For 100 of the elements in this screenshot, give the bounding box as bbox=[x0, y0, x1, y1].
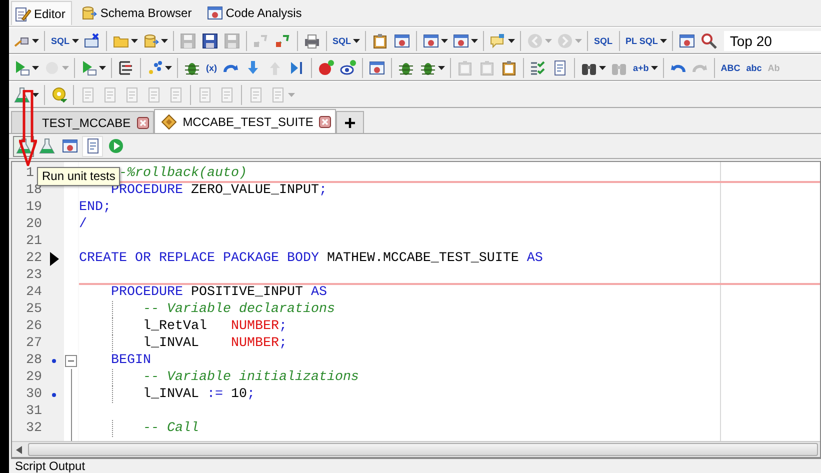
arrow-down-icon bbox=[245, 60, 261, 76]
scroll-left-icon bbox=[16, 446, 22, 454]
play-icon bbox=[81, 60, 97, 76]
close-icon bbox=[319, 116, 332, 128]
package-icon bbox=[160, 114, 177, 130]
perspective-tab[interactable]: Schema Browser bbox=[78, 1, 198, 25]
code-line: -%rollback(auto) bbox=[118, 165, 247, 182]
line-number: 1 bbox=[25, 165, 35, 182]
line-number: 30 bbox=[25, 386, 43, 403]
line-number: 24 bbox=[25, 284, 43, 301]
toolbar-button[interactable]: PL SQL bbox=[622, 30, 669, 52]
window-icon bbox=[394, 32, 410, 48]
forward-icon bbox=[557, 32, 574, 48]
document-icon bbox=[80, 86, 96, 102]
line-number: 21 bbox=[25, 233, 43, 250]
line-number: 22 bbox=[25, 250, 43, 267]
toolbar-button[interactable]: SQL bbox=[591, 30, 616, 52]
collapse-icon[interactable] bbox=[65, 354, 77, 366]
code-line: -- Variable initializations bbox=[142, 369, 359, 386]
gear-icon bbox=[51, 86, 67, 102]
arrows-icon bbox=[274, 32, 291, 48]
code-line: / bbox=[79, 216, 87, 233]
perspective-tab[interactable]: Editor bbox=[11, 1, 72, 25]
toolbar-button[interactable]: ABC bbox=[718, 56, 744, 78]
database-icon bbox=[81, 5, 98, 21]
toolbar-button[interactable]: abc bbox=[743, 56, 765, 78]
line-number: 26 bbox=[25, 318, 43, 335]
window-icon bbox=[423, 32, 440, 48]
eye-icon bbox=[340, 60, 356, 76]
line-number: 31 bbox=[25, 403, 43, 420]
clipboard-icon bbox=[479, 60, 495, 76]
monitor-icon bbox=[84, 32, 100, 48]
code-editor[interactable] bbox=[11, 161, 821, 458]
line-number: 20 bbox=[25, 216, 43, 233]
clipboard-icon bbox=[457, 60, 473, 76]
stop-icon bbox=[318, 60, 334, 76]
printer-icon bbox=[304, 32, 320, 48]
play-circle-icon bbox=[108, 138, 124, 154]
horizontal-scrollbar[interactable] bbox=[12, 441, 820, 457]
line-number: 27 bbox=[25, 335, 43, 352]
document-icon bbox=[219, 86, 235, 102]
clipboard-icon bbox=[372, 32, 388, 48]
toolbar-button[interactable]: SQL bbox=[330, 30, 362, 52]
line-number: 28 bbox=[25, 352, 43, 369]
play-icon bbox=[14, 60, 30, 76]
document-icon bbox=[248, 86, 264, 102]
document-icon bbox=[146, 86, 162, 102]
code-line: -- Variable declarations bbox=[142, 301, 335, 318]
step-icon bbox=[289, 60, 305, 76]
arrow-up-icon bbox=[267, 60, 283, 76]
window-icon bbox=[453, 32, 470, 48]
close-icon bbox=[136, 116, 149, 128]
database-icon bbox=[142, 32, 159, 48]
code-line: l_INVAL NUMBER; bbox=[142, 335, 287, 352]
code-line: l_INVAL := 10; bbox=[142, 386, 255, 403]
back-icon bbox=[527, 32, 544, 48]
window-icon bbox=[62, 138, 78, 154]
line-number: 25 bbox=[25, 301, 43, 318]
document-icon bbox=[102, 86, 118, 102]
code-line: l_RetVal NUMBER; bbox=[142, 318, 287, 335]
indent-guide bbox=[112, 420, 113, 437]
fold-line bbox=[70, 369, 72, 441]
document-icon bbox=[197, 86, 213, 102]
code-line: END; bbox=[79, 199, 111, 216]
window-icon bbox=[678, 32, 695, 48]
panel-title[interactable]: Script Output bbox=[15, 459, 86, 473]
flask-icon bbox=[16, 138, 32, 154]
code-line: CREATE OR REPLACE PACKAGE BODY MATHEW.MCCABE_TEST_SUITE AS bbox=[79, 250, 543, 267]
toolbar-button[interactable]: (x) bbox=[203, 56, 220, 78]
flask-icon bbox=[14, 86, 30, 102]
save-icon bbox=[202, 32, 218, 48]
document-icon bbox=[168, 86, 184, 102]
search-icon bbox=[700, 32, 717, 48]
plus-icon bbox=[345, 118, 356, 128]
dots-icon bbox=[147, 60, 163, 76]
input-field[interactable]: Top 20 bbox=[724, 30, 821, 50]
toolbar-button[interactable]: a+b bbox=[630, 56, 660, 78]
code-line: -- Call bbox=[142, 420, 199, 437]
save-icon bbox=[180, 32, 196, 48]
window-icon bbox=[206, 5, 223, 21]
perspective-tab[interactable]: Code Analysis bbox=[204, 1, 308, 25]
arrows-icon bbox=[252, 32, 269, 48]
toolbar-button[interactable]: SQL bbox=[48, 30, 81, 52]
checklist-icon bbox=[530, 60, 546, 76]
window-icon bbox=[369, 60, 385, 76]
tooltip: Run unit tests bbox=[37, 167, 120, 186]
new-tab-button[interactable] bbox=[336, 111, 364, 133]
line-number: 29 bbox=[25, 369, 43, 386]
document-button[interactable] bbox=[82, 136, 103, 156]
document-tab[interactable]: TEST_MCCABE bbox=[11, 111, 154, 133]
save-icon bbox=[224, 32, 240, 48]
document-icon bbox=[270, 86, 286, 102]
code-line: PROCEDURE POSITIVE_INPUT AS bbox=[110, 284, 327, 301]
flask-icon bbox=[38, 138, 54, 154]
line-number: 19 bbox=[25, 199, 43, 216]
speech-bubble-icon bbox=[490, 32, 506, 48]
line-number: 32 bbox=[25, 420, 43, 437]
document-tab[interactable]: MCCABE_TEST_SUITE bbox=[154, 109, 336, 133]
document-icon bbox=[124, 86, 140, 102]
document-icon bbox=[84, 138, 100, 154]
